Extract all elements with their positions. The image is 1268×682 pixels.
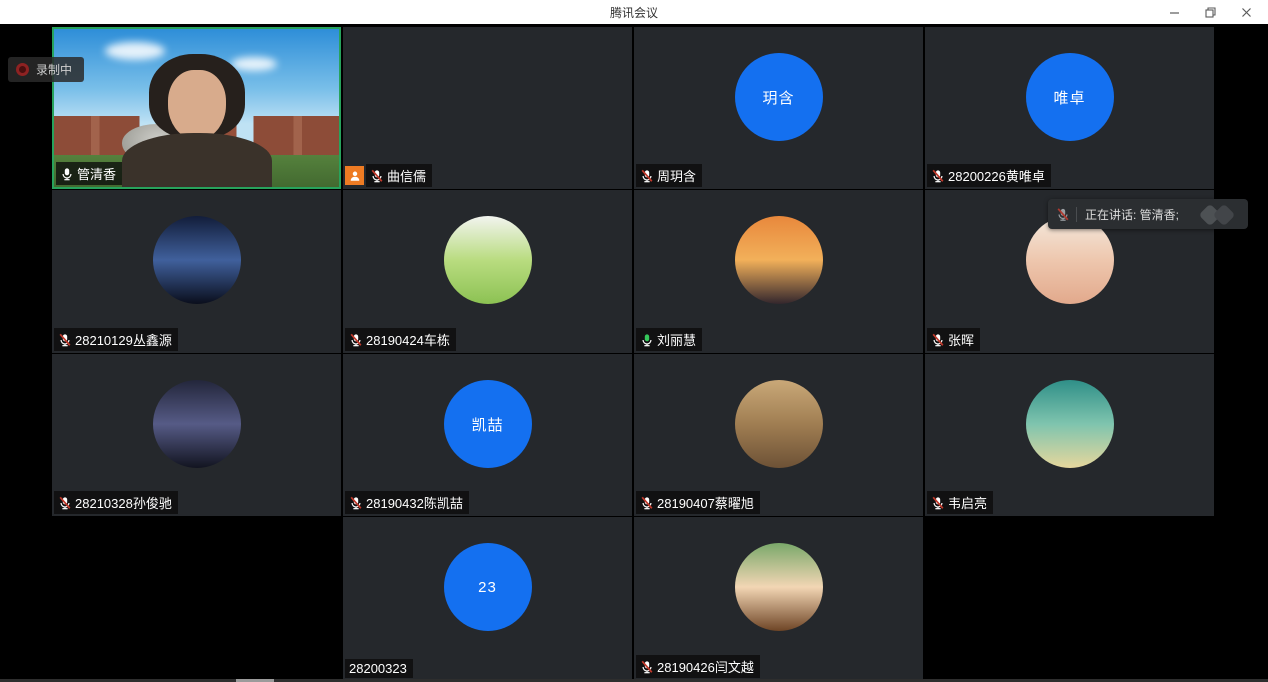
participant-name: 28190424车栋 — [366, 330, 450, 349]
restore-button[interactable] — [1196, 1, 1224, 23]
participant-label: 28210129丛鑫源 — [54, 328, 178, 351]
cartoon-white-cat-kimono — [1026, 216, 1114, 304]
initials-circle: 凯喆 — [444, 380, 532, 468]
window-controls — [1160, 0, 1260, 24]
participant-label: 周玥含 — [636, 164, 702, 187]
participant-label: 28190426闫文越 — [636, 655, 760, 678]
speaking-tooltip: 正在讲话: 管清香; — [1048, 199, 1248, 229]
participant-label: 28200226黄唯卓 — [927, 164, 1051, 187]
recording-label: 录制中 — [36, 61, 72, 78]
participant-label: 管清香 — [56, 162, 122, 185]
mic-muted-icon — [349, 496, 363, 510]
mic-muted-icon — [58, 496, 72, 510]
tooltip-divider — [1076, 207, 1077, 222]
cartoon-boy-brown-hair — [735, 543, 823, 631]
meeting-window: 腾讯会议 管清香 曲信儒 玥含周玥含 唯卓 28200226黄唯卓 28210129丛鑫源… — [0, 0, 1268, 682]
participant-tile[interactable]: 28190407蔡曜旭 — [634, 354, 923, 516]
participant-tile[interactable]: 唯卓 28200226黄唯卓 — [925, 27, 1214, 189]
participant-tile[interactable]: 玥含周玥含 — [634, 27, 923, 189]
participant-tile[interactable]: 管清香 — [52, 27, 341, 189]
participant-tile[interactable]: 28210328孙俊驰 — [52, 354, 341, 516]
close-button[interactable] — [1232, 1, 1260, 23]
mic-muted-icon — [640, 496, 654, 510]
mic-muted-icon — [931, 169, 945, 183]
participant-name: 28190407蔡曜旭 — [657, 493, 754, 512]
host-badge-icon — [345, 166, 364, 185]
photo-boy-blue-light — [153, 216, 241, 304]
mic-muted-icon — [58, 333, 72, 347]
participant-name: 28200323 — [349, 661, 407, 676]
participant-tile[interactable]: 刘丽慧 — [634, 190, 923, 353]
participant-label: 张晖 — [927, 328, 980, 351]
participant-name: 28190432陈凯喆 — [366, 493, 463, 512]
mic-muted-icon — [370, 169, 384, 183]
mic-muted-icon — [931, 496, 945, 510]
window-title: 腾讯会议 — [610, 4, 658, 21]
participant-name: 周玥含 — [657, 166, 696, 185]
participant-name: 曲信儒 — [387, 166, 426, 185]
participant-name: 28190426闫文越 — [657, 657, 754, 676]
photo-tabby-cat — [735, 380, 823, 468]
participant-label: 曲信儒 — [345, 164, 432, 187]
participant-name: 28210129丛鑫源 — [75, 330, 172, 349]
mic-on-icon — [640, 333, 654, 347]
participant-name: 28210328孙俊驰 — [75, 493, 172, 512]
mic-muted-icon — [349, 333, 363, 347]
photo-sunset-sea — [735, 216, 823, 304]
record-dot-icon — [16, 63, 29, 76]
participant-label: 28190432陈凯喆 — [345, 491, 469, 514]
participant-label: 刘丽慧 — [636, 328, 702, 351]
participant-tile[interactable]: 23 28200323 — [343, 517, 632, 680]
mic-muted-icon — [931, 333, 945, 347]
participant-name: 张晖 — [948, 330, 974, 349]
participant-tile[interactable]: 凯喆 28190432陈凯喆 — [343, 354, 632, 516]
minimize-icon — [1169, 7, 1180, 18]
participant-label: 28200323 — [345, 659, 413, 678]
photo-woman-historic-building — [444, 53, 532, 141]
participant-label: 韦启亮 — [927, 491, 993, 514]
close-icon — [1241, 7, 1252, 18]
mic-muted-icon — [640, 169, 654, 183]
participant-tile[interactable]: 韦启亮 — [925, 354, 1214, 516]
participant-label: 28190424车栋 — [345, 328, 456, 351]
participant-tile[interactable]: 曲信儒 — [343, 27, 632, 189]
initials-circle: 唯卓 — [1026, 53, 1114, 141]
mic-muted-icon — [640, 660, 654, 674]
title-bar: 腾讯会议 — [0, 0, 1268, 24]
participant-tile[interactable]: 28190424车栋 — [343, 190, 632, 353]
mic-muted-icon — [1056, 207, 1070, 221]
cartoon-group-teal — [1026, 380, 1114, 468]
participant-label: 28190407蔡曜旭 — [636, 491, 760, 514]
minimize-button[interactable] — [1160, 1, 1188, 23]
participant-grid: 管清香 曲信儒 玥含周玥含 唯卓 28200226黄唯卓 28210129丛鑫源 28190… — [52, 27, 1216, 680]
speaking-tooltip-text: 正在讲话: 管清香; — [1085, 206, 1198, 223]
participant-tile[interactable]: 28190426闫文越 — [634, 517, 923, 680]
participant-name: 28200226黄唯卓 — [948, 166, 1045, 185]
initials-circle: 玥含 — [735, 53, 823, 141]
restore-icon — [1205, 7, 1216, 18]
mic-on-icon — [60, 167, 74, 181]
participant-name: 韦启亮 — [948, 493, 987, 512]
anime-girl-dark — [153, 380, 241, 468]
participant-name: 管清香 — [77, 164, 116, 183]
recording-badge: 录制中 — [8, 57, 84, 82]
participant-label: 28210328孙俊驰 — [54, 491, 178, 514]
participant-tile[interactable]: 28210129丛鑫源 — [52, 190, 341, 353]
initials-circle: 23 — [444, 543, 532, 631]
tencent-meeting-logo — [1198, 203, 1240, 225]
cartoon-cabbage-dog — [444, 216, 532, 304]
participant-name: 刘丽慧 — [657, 330, 696, 349]
